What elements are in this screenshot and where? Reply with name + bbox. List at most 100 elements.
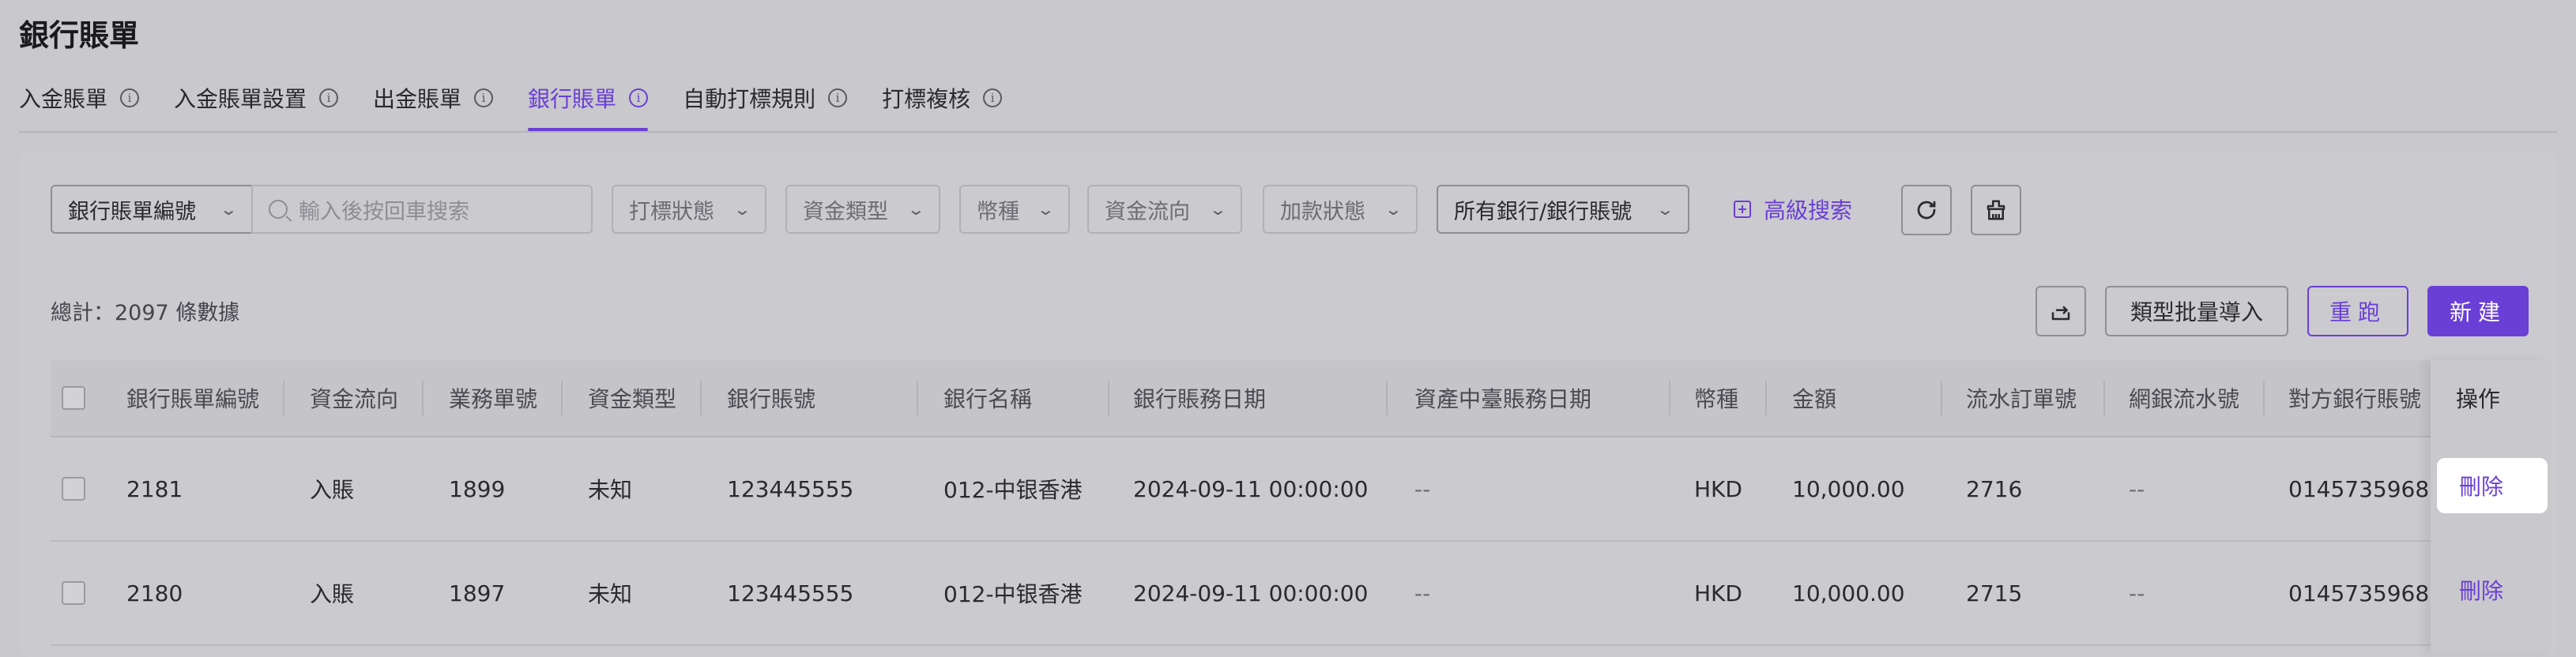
advanced-search-button[interactable]: 高級搜索 [1734, 185, 1852, 234]
column-divider [1386, 381, 1388, 415]
col-counter-account[interactable]: 對方銀行賬號 [2288, 360, 2421, 436]
search-icon [269, 200, 288, 219]
cell-bank-account: 123445555 [727, 580, 854, 606]
delete-link[interactable]: 刪除 [2437, 458, 2548, 513]
col-operation-header: 操作 [2456, 386, 2501, 412]
tab-label: 銀行賬單 [528, 86, 617, 112]
mark-status-label: 打標狀態 [629, 199, 714, 224]
currency-select[interactable]: 幣種 ⌄ [959, 185, 1070, 234]
cell-fund-type: 未知 [588, 477, 633, 503]
table-row[interactable]: 2180 入賬 1897 未知 123445555 012-中银香港 2024-… [51, 542, 2529, 646]
row-checkbox[interactable] [62, 477, 85, 501]
cell-asset-date: -- [1414, 475, 1431, 502]
col-fund-flow[interactable]: 資金流向 [310, 360, 398, 436]
tab-withdraw-bills[interactable]: 出金賬單 i [373, 79, 494, 117]
column-divider [1669, 381, 1670, 415]
fund-flow-select[interactable]: 資金流向 ⌄ [1087, 185, 1242, 234]
column-divider [1765, 381, 1767, 415]
tab-bank-bills[interactable]: 銀行賬單 i [528, 79, 649, 131]
cell-fund-flow: 入賬 [310, 477, 355, 503]
info-icon[interactable]: i [983, 88, 1003, 107]
cell-bank-account: 123445555 [727, 475, 854, 502]
cell-bank-date: 2024-09-11 00:00:00 [1133, 580, 1369, 606]
cell-bank-name: 012-中银香港 [943, 477, 1083, 503]
fund-type-select[interactable]: 資金類型 ⌄ [785, 185, 940, 234]
tab-bar: 入金賬單 i 入金賬單設置 i 出金賬單 i 銀行賬單 i 自動打標規則 i 打標複核 i [19, 79, 1037, 131]
search-placeholder: 輸入後按回車搜索 [299, 199, 469, 224]
chevron-down-icon: ⌄ [1208, 200, 1228, 219]
plus-square-icon [1734, 201, 1751, 218]
row-select-cell [62, 542, 85, 644]
add-status-select[interactable]: 加款狀態 ⌄ [1263, 185, 1418, 234]
col-bill-id[interactable]: 銀行賬單編號 [126, 360, 259, 436]
refresh-icon [1917, 201, 1936, 220]
table-row[interactable]: 2181 入賬 1899 未知 123445555 012-中银香港 2024-… [51, 437, 2529, 542]
tab-label: 出金賬單 [373, 86, 462, 112]
column-divider [2103, 381, 2105, 415]
tab-label: 自動打標規則 [683, 86, 816, 112]
info-icon[interactable]: i [629, 88, 649, 107]
tab-label: 入金賬單設置 [174, 86, 307, 112]
cell-netbank-no: -- [2129, 475, 2145, 502]
search-field-label: 銀行賬單編號 [68, 199, 196, 224]
col-bank-account[interactable]: 銀行賬號 [727, 360, 815, 436]
search-field-select[interactable]: 銀行賬單編號 ⌄ [51, 185, 253, 234]
clear-icon [1987, 200, 2005, 220]
create-button[interactable]: 新建 [2427, 286, 2529, 336]
search-input[interactable]: 輸入後按回車搜索 [251, 185, 593, 234]
batch-import-button[interactable]: 類型批量導入 [2105, 286, 2288, 336]
chevron-down-icon: ⌄ [1036, 200, 1056, 219]
info-icon[interactable]: i [828, 88, 848, 107]
tab-mark-review[interactable]: 打標複核 i [882, 79, 1003, 117]
col-asset-date[interactable]: 資產中臺賬務日期 [1414, 360, 1591, 436]
cell-biz-no: 1899 [449, 475, 506, 502]
cell-netbank-no: -- [2129, 580, 2145, 606]
col-order-no[interactable]: 流水訂單號 [1966, 360, 2077, 436]
info-icon[interactable]: i [474, 88, 494, 107]
delete-link[interactable]: 刪除 [2459, 539, 2503, 641]
cell-order-no: 2716 [1966, 475, 2023, 502]
export-button[interactable] [2036, 286, 2086, 336]
cell-counter-account: 01457359683 [2288, 580, 2443, 606]
fund-type-label: 資金類型 [803, 199, 888, 224]
row-checkbox[interactable] [62, 581, 85, 605]
col-fund-type[interactable]: 資金類型 [588, 360, 676, 436]
chevron-down-icon: ⌄ [906, 200, 926, 219]
cell-bill-id: 2181 [126, 475, 183, 502]
column-divider [2263, 381, 2265, 415]
cell-currency: HKD [1694, 580, 1742, 606]
cell-order-no: 2715 [1966, 580, 2023, 606]
col-bank-date[interactable]: 銀行賬務日期 [1133, 360, 1266, 436]
select-all-checkbox[interactable] [62, 386, 85, 410]
add-status-label: 加款狀態 [1280, 199, 1365, 224]
fund-flow-label: 資金流向 [1105, 199, 1190, 224]
col-amount[interactable]: 金額 [1792, 360, 1836, 436]
info-icon[interactable]: i [120, 88, 140, 107]
info-icon[interactable]: i [319, 88, 339, 107]
tab-deposit-bills[interactable]: 入金賬單 i [19, 79, 140, 117]
column-divider [1108, 381, 1109, 415]
chevron-down-icon: ⌄ [733, 200, 752, 219]
col-biz-no[interactable]: 業務單號 [449, 360, 537, 436]
tab-auto-mark-rules[interactable]: 自動打標規則 i [683, 79, 848, 117]
mark-status-select[interactable]: 打標狀態 ⌄ [612, 185, 766, 234]
cell-fund-type: 未知 [588, 581, 633, 607]
bank-account-label: 所有銀行/銀行賬號 [1454, 199, 1633, 224]
col-bank-name[interactable]: 銀行名稱 [943, 360, 1032, 436]
rerun-button[interactable]: 重跑 [2307, 286, 2408, 336]
cell-counter-account: 01457359683 [2288, 475, 2443, 502]
advanced-search-label: 高級搜索 [1764, 197, 1853, 223]
clear-filters-button[interactable] [1971, 185, 2021, 235]
col-netbank-no[interactable]: 網銀流水號 [2129, 360, 2239, 436]
chevron-down-icon: ⌄ [1384, 200, 1403, 219]
column-divider [700, 381, 702, 415]
select-all-cell [62, 360, 85, 436]
tab-divider [19, 131, 2557, 133]
col-currency[interactable]: 幣種 [1694, 360, 1738, 436]
column-divider [422, 381, 424, 415]
cell-biz-no: 1897 [449, 580, 506, 606]
bank-account-select[interactable]: 所有銀行/銀行賬號 ⌄ [1437, 185, 1689, 234]
refresh-button[interactable] [1901, 185, 1952, 235]
page-title: 銀行賬單 [19, 18, 140, 53]
tab-deposit-settings[interactable]: 入金賬單設置 i [174, 79, 339, 117]
